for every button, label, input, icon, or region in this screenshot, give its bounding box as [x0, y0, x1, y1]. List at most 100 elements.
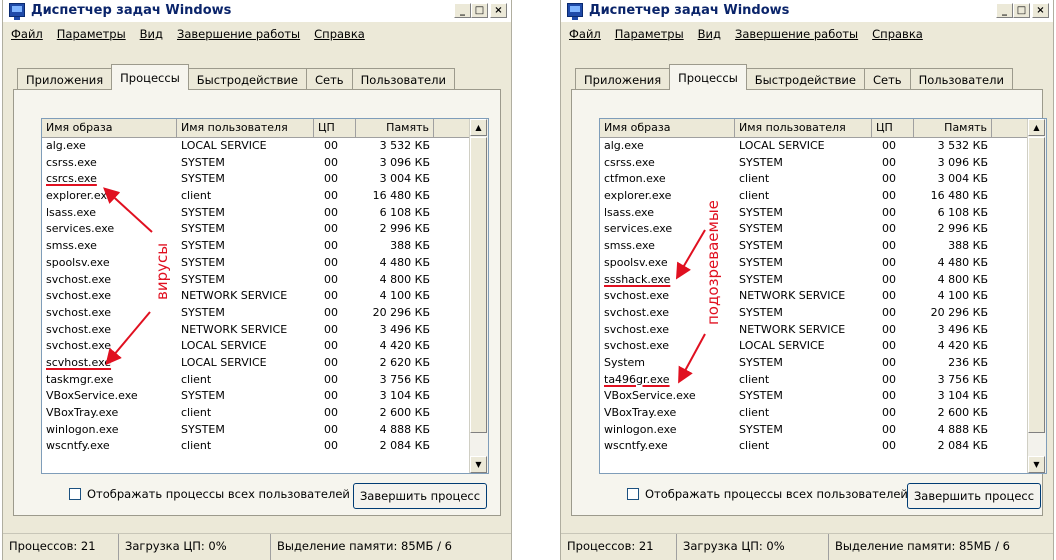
tab-users[interactable]: Пользователи — [351, 68, 455, 90]
end-process-button[interactable]: Завершить процесс — [353, 483, 487, 509]
process-list[interactable]: Имя образа Имя пользователя ЦП Память al… — [599, 118, 1047, 474]
show-all-processes[interactable]: Отображать процессы всех пользователей — [69, 487, 350, 501]
tab-performance[interactable]: Быстродействие — [745, 68, 865, 90]
process-row[interactable]: scvhost.exe LOCAL SERVICE 00 2 620 КБ — [42, 355, 470, 372]
process-list[interactable]: Имя образа Имя пользователя ЦП Память al… — [41, 118, 489, 474]
scroll-down-button[interactable]: ▼ — [470, 456, 487, 473]
maximize-button[interactable]: □ — [1013, 3, 1030, 18]
show-all-checkbox[interactable] — [627, 488, 639, 500]
column-user-name[interactable]: Имя пользователя — [735, 119, 872, 137]
menu-help[interactable]: Справка — [314, 27, 365, 41]
column-image-name[interactable]: Имя образа — [600, 119, 735, 137]
menu-options[interactable]: Параметры — [57, 27, 126, 41]
process-row[interactable]: svchost.exe SYSTEM 00 20 296 КБ — [600, 305, 1028, 322]
column-memory[interactable]: Память — [356, 119, 434, 137]
process-row[interactable]: spoolsv.exe SYSTEM 00 4 480 КБ — [600, 255, 1028, 272]
process-row[interactable]: services.exe SYSTEM 00 2 996 КБ — [600, 221, 1028, 238]
process-row[interactable]: VBoxService.exe SYSTEM 00 3 104 КБ — [42, 388, 470, 405]
column-user-name[interactable]: Имя пользователя — [177, 119, 314, 137]
process-row[interactable]: svchost.exe SYSTEM 00 20 296 КБ — [42, 305, 470, 322]
process-row[interactable]: ta496gr.exe client 00 3 756 КБ — [600, 372, 1028, 389]
process-name: explorer.exe — [600, 188, 735, 205]
process-name: svchost.exe — [42, 305, 177, 322]
process-row[interactable]: svchost.exe NETWORK SERVICE 00 4 100 КБ — [600, 288, 1028, 305]
column-image-name[interactable]: Имя образа — [42, 119, 177, 137]
tab-networking[interactable]: Сеть — [305, 68, 353, 90]
menu-view[interactable]: Вид — [140, 27, 163, 41]
tab-applications[interactable]: Приложения — [17, 68, 113, 90]
minimize-button[interactable]: _ — [996, 3, 1013, 18]
scroll-up-button[interactable]: ▲ — [470, 119, 487, 136]
process-memory: 4 420 КБ — [356, 338, 434, 355]
menu-file[interactable]: Файл — [569, 27, 601, 41]
tab-applications[interactable]: Приложения — [575, 68, 671, 90]
column-cpu[interactable]: ЦП — [872, 119, 914, 137]
process-row[interactable]: svchost.exe LOCAL SERVICE 00 4 420 КБ — [600, 338, 1028, 355]
process-row[interactable]: ssshack.exe SYSTEM 00 4 800 КБ — [600, 272, 1028, 289]
tab-users[interactable]: Пользователи — [909, 68, 1013, 90]
scroll-up-button[interactable]: ▲ — [1028, 119, 1045, 136]
vertical-scrollbar[interactable]: ▲ ▼ — [1027, 119, 1046, 473]
column-cpu[interactable]: ЦП — [314, 119, 356, 137]
process-row[interactable]: winlogon.exe SYSTEM 00 4 888 КБ — [42, 422, 470, 439]
process-memory: 3 096 КБ — [914, 155, 992, 172]
maximize-button[interactable]: □ — [471, 3, 488, 18]
process-row[interactable]: VBoxService.exe SYSTEM 00 3 104 КБ — [600, 388, 1028, 405]
task-manager-icon — [567, 3, 583, 20]
menu-view[interactable]: Вид — [698, 27, 721, 41]
process-row[interactable]: VBoxTray.exe client 00 2 600 КБ — [600, 405, 1028, 422]
show-all-processes[interactable]: Отображать процессы всех пользователей — [627, 487, 908, 501]
tab-processes[interactable]: Процессы — [669, 64, 747, 90]
vertical-scrollbar[interactable]: ▲ ▼ — [469, 119, 488, 473]
tab-networking[interactable]: Сеть — [863, 68, 911, 90]
process-user: SYSTEM — [735, 221, 872, 238]
process-user-text: SYSTEM — [181, 389, 225, 403]
end-process-button[interactable]: Завершить процесс — [907, 483, 1041, 509]
process-row[interactable]: svchost.exe LOCAL SERVICE 00 4 420 КБ — [42, 338, 470, 355]
show-all-checkbox[interactable] — [69, 488, 81, 500]
menu-file[interactable]: Файл — [11, 27, 43, 41]
process-row[interactable]: alg.exe LOCAL SERVICE 00 3 532 КБ — [600, 138, 1028, 155]
process-row[interactable]: ctfmon.exe client 00 3 004 КБ — [600, 171, 1028, 188]
process-row[interactable]: wscntfy.exe client 00 2 084 КБ — [600, 438, 1028, 455]
process-row[interactable]: explorer.exe client 00 16 480 КБ — [600, 188, 1028, 205]
process-row[interactable]: VBoxTray.exe client 00 2 600 КБ — [42, 405, 470, 422]
process-row[interactable]: svchost.exe NETWORK SERVICE 00 3 496 КБ — [600, 322, 1028, 339]
process-row[interactable]: csrcs.exe SYSTEM 00 3 004 КБ — [42, 171, 470, 188]
process-row[interactable]: services.exe SYSTEM 00 2 996 КБ — [42, 221, 470, 238]
process-row[interactable]: lsass.exe SYSTEM 00 6 108 КБ — [600, 205, 1028, 222]
process-row[interactable]: csrss.exe SYSTEM 00 3 096 КБ — [42, 155, 470, 172]
process-user: SYSTEM — [735, 255, 872, 272]
scroll-thumb[interactable] — [1028, 137, 1045, 433]
process-row[interactable]: explorer.exe client 00 16 480 КБ — [42, 188, 470, 205]
process-row[interactable]: svchost.exe SYSTEM 00 4 800 КБ — [42, 272, 470, 289]
title-bar[interactable]: Диспетчер задач Windows _ □ × — [561, 0, 1053, 22]
column-memory[interactable]: Память — [914, 119, 992, 137]
process-row[interactable]: lsass.exe SYSTEM 00 6 108 КБ — [42, 205, 470, 222]
process-row[interactable]: csrss.exe SYSTEM 00 3 096 КБ — [600, 155, 1028, 172]
menu-help[interactable]: Справка — [872, 27, 923, 41]
process-row[interactable]: smss.exe SYSTEM 00 388 КБ — [600, 238, 1028, 255]
process-row[interactable]: System SYSTEM 00 236 КБ — [600, 355, 1028, 372]
process-row[interactable]: svchost.exe NETWORK SERVICE 00 4 100 КБ — [42, 288, 470, 305]
process-row[interactable]: smss.exe SYSTEM 00 388 КБ — [42, 238, 470, 255]
process-row[interactable]: spoolsv.exe SYSTEM 00 4 480 КБ — [42, 255, 470, 272]
close-button[interactable]: × — [1032, 3, 1049, 18]
process-user-text: NETWORK SERVICE — [181, 289, 288, 303]
menu-shutdown[interactable]: Завершение работы — [735, 27, 858, 41]
close-button[interactable]: × — [490, 3, 507, 18]
process-row[interactable]: alg.exe LOCAL SERVICE 00 3 532 КБ — [42, 138, 470, 155]
process-row[interactable]: wscntfy.exe client 00 2 084 КБ — [42, 438, 470, 455]
process-row[interactable]: svchost.exe NETWORK SERVICE 00 3 496 КБ — [42, 322, 470, 339]
process-memory-text: 2 620 КБ — [379, 355, 430, 369]
title-bar[interactable]: Диспетчер задач Windows _ □ × — [3, 0, 511, 22]
tab-processes[interactable]: Процессы — [111, 64, 189, 90]
process-row[interactable]: winlogon.exe SYSTEM 00 4 888 КБ — [600, 422, 1028, 439]
minimize-button[interactable]: _ — [454, 3, 471, 18]
menu-options[interactable]: Параметры — [615, 27, 684, 41]
process-row[interactable]: taskmgr.exe client 00 3 756 КБ — [42, 372, 470, 389]
scroll-down-button[interactable]: ▼ — [1028, 456, 1045, 473]
tab-performance[interactable]: Быстродействие — [187, 68, 307, 90]
menu-shutdown[interactable]: Завершение работы — [177, 27, 300, 41]
scroll-thumb[interactable] — [470, 137, 487, 433]
